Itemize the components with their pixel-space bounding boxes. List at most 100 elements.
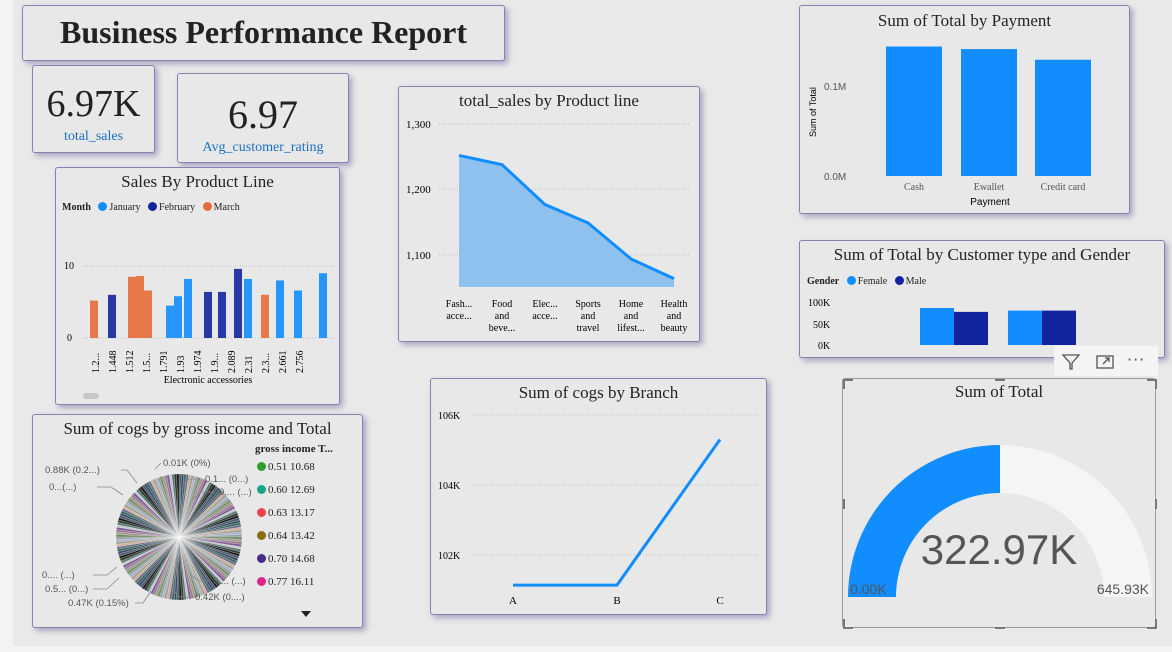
- area-x-label: and: [581, 311, 595, 322]
- gauge-max-label: 645.93K: [1097, 581, 1150, 597]
- kpi-total-sales-label: total_sales: [63, 129, 124, 144]
- branch-y-tick-102k: 102K: [438, 551, 461, 562]
- area-x-label: Health: [661, 299, 688, 310]
- x-tick-label: 2.661: [278, 351, 289, 374]
- cg-bar-normal-female[interactable]: [1008, 310, 1042, 345]
- bar-march[interactable]: [144, 290, 152, 338]
- bottom-scrollbar[interactable]: [0, 646, 1172, 652]
- bar-march[interactable]: [261, 294, 269, 338]
- pie-legend-label-5: 0.70 14.68: [268, 553, 315, 565]
- more-options-icon[interactable]: ···: [1127, 350, 1145, 369]
- branch-x-label: A: [509, 595, 517, 607]
- area-y-tick-1100: 1,100: [406, 250, 431, 262]
- bar-january[interactable]: [319, 273, 327, 338]
- pie-legend-label-6: 0.77 16.11: [268, 576, 315, 588]
- legend-scroll-down-icon[interactable]: [301, 611, 311, 617]
- area-x-labels: Fash...acce...Foodandbeve...Elec...acce.…: [446, 299, 688, 334]
- customer-gender-bars: [920, 308, 1076, 345]
- area-x-label: Food: [492, 299, 513, 310]
- cg-bar-member-female[interactable]: [920, 308, 954, 345]
- cg-y-tick-0k: 0K: [818, 341, 831, 352]
- branch-y-tick-104k: 104K: [438, 481, 461, 492]
- pie-legend-dot-5: [257, 554, 266, 563]
- bar-february[interactable]: [218, 291, 226, 338]
- cg-bar-normal-male[interactable]: [1042, 310, 1076, 345]
- pie-legend-dot-2: [257, 485, 266, 494]
- pie-legend-item: 0.70 14.68: [255, 553, 315, 576]
- bar-march[interactable]: [128, 276, 136, 338]
- payment-card[interactable]: Sum of Total by Payment Sum of Total 0.1…: [799, 5, 1130, 214]
- area-x-label: and: [667, 311, 681, 322]
- focus-mode-icon[interactable]: [1095, 353, 1115, 371]
- sales-by-product-line-chart: 10 0 1.2... 1.448 1.512 1.5... 1.791 1.93 1.97…: [64, 261, 336, 399]
- pie-legend-item: 0.77 16.11: [255, 576, 315, 599]
- branch-card[interactable]: Sum of cogs by Branch 106K 104K 102K ABC: [430, 378, 767, 615]
- area-x-label: beve...: [489, 323, 515, 334]
- filter-icon[interactable]: [1061, 353, 1081, 371]
- bar-january[interactable]: [276, 280, 284, 338]
- report-title-card: Business Performance Report: [22, 5, 505, 61]
- callout-8: 0.... (...): [213, 576, 246, 587]
- payment-x-label: Cash: [904, 182, 924, 193]
- area-y-tick-1300: 1,300: [406, 119, 431, 131]
- gauge-chart: 322.97K 0.00K 645.93K: [843, 379, 1157, 629]
- bar-february[interactable]: [204, 291, 212, 338]
- area-x-label: travel: [577, 323, 600, 334]
- area-x-label: acce...: [446, 311, 471, 322]
- bar-january[interactable]: [166, 305, 174, 338]
- area-x-label: beauty: [661, 323, 688, 334]
- pie-legend-item: 0.63 13.17: [255, 507, 315, 530]
- payment-y-tick-0.0M: 0.0M: [824, 172, 846, 183]
- gauge-card[interactable]: Sum of Total 322.97K 0.00K 645.93K: [842, 378, 1157, 629]
- horizontal-scrollbar-thumb[interactable]: [83, 393, 99, 399]
- pie-legend-dot-6: [257, 577, 266, 586]
- bar-march[interactable]: [136, 276, 144, 338]
- area-fill: [459, 155, 674, 287]
- bar-january[interactable]: [174, 296, 182, 338]
- bar-january[interactable]: [294, 290, 302, 338]
- bar-march[interactable]: [90, 300, 98, 338]
- payment-x-labels: Cash Ewallet Credit card: [904, 182, 1085, 193]
- area-x-label: and: [495, 311, 509, 322]
- callout-0: 0.88K (0.2...): [45, 465, 100, 476]
- pie-legend-title: gross income T...: [255, 443, 333, 455]
- pie-legend-label-1: 0.51 10.68: [268, 461, 315, 473]
- callout-5: 0.... (...): [42, 570, 75, 581]
- cogs-pie-card[interactable]: Sum of cogs by gross income and Total 0.…: [32, 414, 363, 628]
- kpi-avg-rating-card[interactable]: 6.97 Avg_customer_rating: [177, 73, 349, 163]
- branch-y-tick-106k: 106K: [438, 411, 461, 422]
- customer-gender-chart: 100K 50K 0K: [808, 298, 1076, 352]
- callout-3: 0.1... (0...): [205, 474, 248, 485]
- cg-y-tick-100k: 100K: [808, 298, 831, 309]
- kpi-total-sales-card[interactable]: 6.97K total_sales: [32, 65, 155, 153]
- pie-legend-item: 0.64 13.42: [255, 530, 315, 553]
- bar-february[interactable]: [234, 268, 242, 338]
- cg-bar-member-male[interactable]: [954, 311, 988, 345]
- bar-january[interactable]: [244, 278, 252, 338]
- area-x-label: Fash...: [446, 299, 472, 310]
- payment-chart: Sum of Total 0.1M 0.0M Cash Ewallet Credit…: [808, 46, 1091, 208]
- pie-legend-item: 0.51 10.68: [255, 461, 315, 484]
- x-tick-label: 1.93: [176, 356, 187, 374]
- customer-gender-card[interactable]: Sum of Total by Customer type and Gender…: [799, 240, 1165, 358]
- sales-by-product-line-card[interactable]: Sales By Product Line Month January Febr…: [55, 167, 340, 405]
- product-line-area-card[interactable]: total_sales by Product line 1,300 1,200 …: [398, 86, 700, 342]
- pie-legend-label-3: 0.63 13.17: [268, 507, 315, 519]
- branch-chart: 106K 104K 102K A B C: [438, 411, 759, 607]
- x-tick-label: 1.9...: [210, 353, 221, 373]
- product-line-area-chart: 1,300 1,200 1,100 Fash...acce...Foodandb…: [406, 119, 689, 334]
- payment-bar-cash[interactable]: [886, 46, 942, 176]
- payment-bar-credit-card[interactable]: [1035, 59, 1091, 177]
- pie-legend: 0.51 10.68 0.60 12.69 0.63 13.17 0.64 13…: [255, 461, 315, 599]
- gauge-value: 322.97K: [921, 526, 1077, 573]
- pie-legend-label-4: 0.64 13.42: [268, 530, 315, 542]
- bar-february[interactable]: [108, 294, 116, 338]
- branch-x-label: B: [613, 595, 620, 607]
- callout-9: 0.42K (0....): [195, 592, 245, 603]
- branch-x-label: C: [716, 595, 723, 607]
- pie-legend-dot-3: [257, 508, 266, 517]
- bar-january[interactable]: [184, 278, 192, 338]
- x-tick-label: 1.448: [108, 351, 119, 374]
- y-tick-0: 0: [67, 333, 72, 344]
- payment-bar-ewallet[interactable]: [961, 49, 1017, 177]
